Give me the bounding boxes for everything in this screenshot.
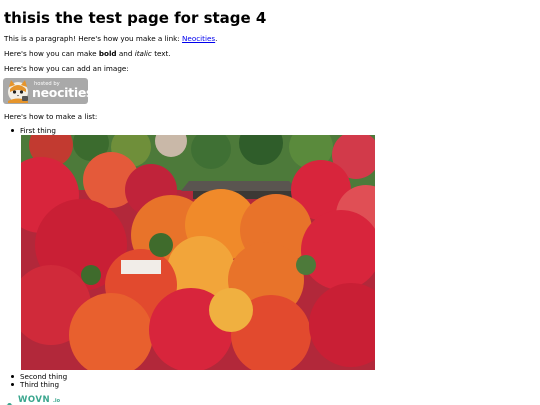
wovn-logo-suffix: .io [53, 398, 61, 404]
link-paragraph: This is a paragraph! Here's how you make… [4, 34, 217, 43]
list-bullet [11, 129, 14, 132]
link-paragraph-end: . [215, 34, 218, 43]
wovn-logo[interactable]: WOVN .io [3, 394, 60, 405]
link-paragraph-text: This is a paragraph! Here's how you make… [4, 34, 180, 43]
list-item-first: First thing [20, 126, 56, 135]
list-bullet [11, 375, 14, 378]
formatting-paragraph: Here's how you can make bold and italic … [4, 49, 171, 58]
autumn-foliage-photo [21, 135, 375, 370]
wovn-logo-icon [6, 403, 13, 405]
italic-text: italic [134, 49, 152, 58]
wovn-logo-text: WOVN [18, 395, 51, 405]
neocities-link[interactable]: Neocities [182, 34, 215, 43]
page: thisis the test page for stage 4 This is… [0, 0, 540, 405]
page-title: thisis the test page for stage 4 [4, 9, 267, 27]
autumn-foliage-image [21, 135, 375, 370]
badge-brand-text: neocities [32, 85, 88, 100]
list-paragraph: Here's how to make a list: [4, 112, 98, 121]
formatting-intro: Here's how you can make [4, 49, 97, 58]
hosted-by-neocities-badge[interactable]: hosted by neocities [3, 78, 88, 104]
list-item-third: Third thing [20, 380, 60, 389]
formatting-end: text. [154, 49, 171, 58]
list-bullet [11, 383, 14, 386]
bold-text: bold [98, 49, 117, 58]
and-text: and [118, 49, 133, 58]
image-paragraph: Here's how you can add an image: [4, 64, 129, 73]
neocities-cat-icon [8, 80, 28, 103]
